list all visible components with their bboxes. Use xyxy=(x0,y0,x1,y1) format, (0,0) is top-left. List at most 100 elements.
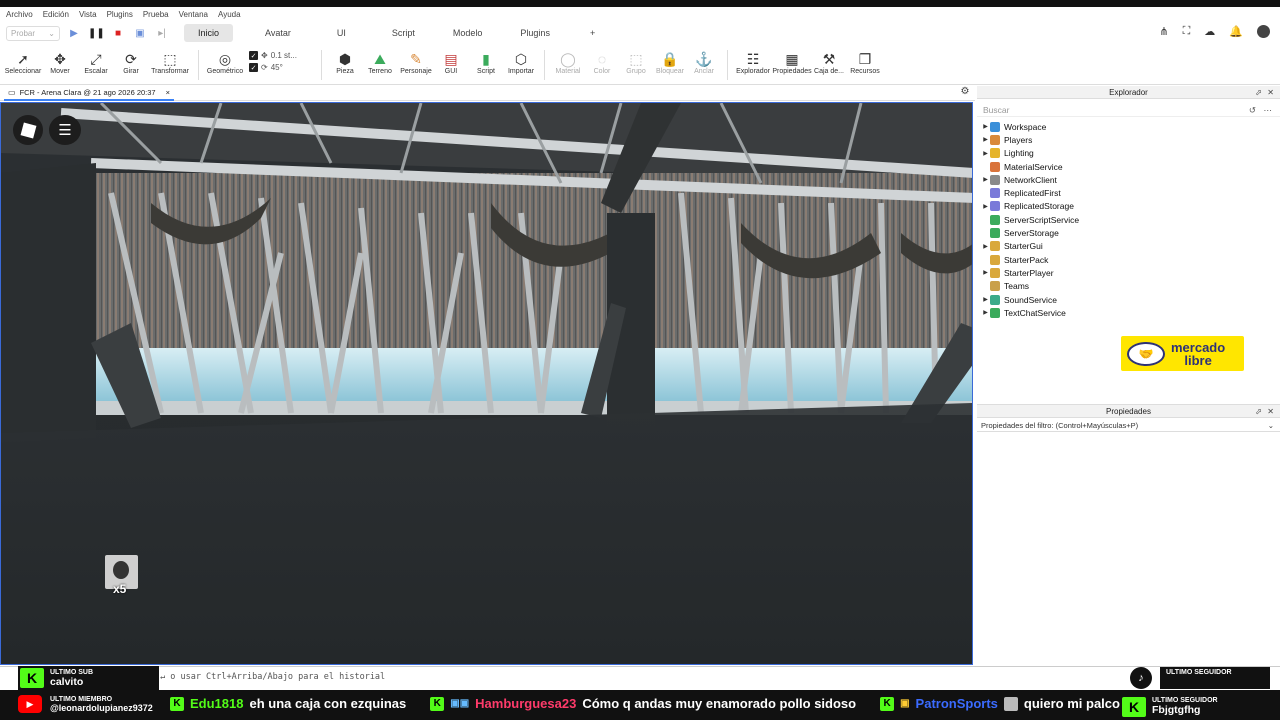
assets-toggle[interactable]: ❐ Recursos xyxy=(846,45,884,85)
explorer-search-input[interactable]: Buscar ↺ ⋯ xyxy=(977,103,1280,117)
explorer-toggle[interactable]: ☷ Explorador xyxy=(734,45,772,85)
chevron-right-icon[interactable]: ▶ xyxy=(981,243,990,250)
tab-avatar[interactable]: Avatar xyxy=(251,24,305,42)
tab-plugins[interactable]: Plugins xyxy=(506,24,564,42)
properties-toggle[interactable]: ▦ Propiedades xyxy=(772,45,812,85)
explorer-item-replicatedstorage[interactable]: ▶ ReplicatedStorage xyxy=(981,200,1271,213)
explorer-item-label: ReplicatedStorage xyxy=(1004,201,1074,212)
explorer-item-label: StarterGui xyxy=(1004,241,1043,252)
tab-place-document[interactable]: ▭ FCR - Arena Clara @ 21 ago 2026 20:37 … xyxy=(4,86,174,101)
group-tool[interactable]: ⬚ Grupo xyxy=(619,45,653,85)
chevron-right-icon[interactable]: ▶ xyxy=(981,296,990,303)
chevron-right-icon[interactable]: ▶ xyxy=(981,309,990,316)
anchor-tool[interactable]: ⚓ Anclar xyxy=(687,45,721,85)
part-tool[interactable]: ⬢ Pieza xyxy=(328,45,362,85)
document-title: FCR - Arena Clara @ 21 ago 2026 20:37 xyxy=(19,88,156,97)
history-icon[interactable]: ↺ xyxy=(1249,103,1256,117)
terrain-tool[interactable]: ⛰ Terreno xyxy=(362,45,398,85)
sponsor-line2: libre xyxy=(1184,352,1212,368)
close-icon[interactable]: × xyxy=(166,88,170,97)
tab-script[interactable]: Script xyxy=(378,24,429,42)
chevron-right-icon[interactable]: ▶ xyxy=(981,136,990,143)
explorer-item-starterpack[interactable]: StarterPack xyxy=(981,253,1271,266)
gear-icon[interactable]: ⚙ xyxy=(958,86,972,100)
chevron-right-icon[interactable]: ▶ xyxy=(981,123,990,130)
sponsor-line1: mercado xyxy=(1171,339,1226,355)
popout-icon[interactable]: ⬀ xyxy=(1255,405,1262,418)
explorer-item-startergui[interactable]: ▶ StarterGui xyxy=(981,240,1271,253)
rotate-tool[interactable]: ⟳ Girar xyxy=(114,45,148,85)
part-icon: ⬢ xyxy=(338,50,352,67)
collaborate-icon[interactable]: ⛶ xyxy=(1183,25,1191,38)
transform-tool[interactable]: ⬚ Transformar xyxy=(148,45,192,85)
avatar[interactable] xyxy=(1257,25,1270,38)
stop-icon[interactable]: ■ xyxy=(110,28,126,39)
geometric-mode[interactable]: ◎ Geométrico xyxy=(205,45,245,85)
roblox-menu-button[interactable] xyxy=(13,115,43,145)
select-tool[interactable]: ➚ Seleccionar xyxy=(4,45,42,85)
explorer-title: Explorador xyxy=(1109,88,1148,97)
material-tool[interactable]: ◯ Material xyxy=(551,45,585,85)
pause-icon[interactable]: ❚❚ xyxy=(88,28,105,39)
tab-add[interactable]: + xyxy=(576,24,609,42)
explorer-item-serverstorage[interactable]: ServerStorage xyxy=(981,226,1271,239)
close-icon[interactable]: ✕ xyxy=(1267,405,1274,418)
client-server-icon[interactable]: ▣ xyxy=(132,28,148,39)
anchor-icon: ⚓ xyxy=(695,50,713,67)
chevron-down-icon[interactable]: ⌄ xyxy=(1268,419,1274,432)
explorer-item-starterplayer[interactable]: ▶ StarterPlayer xyxy=(981,266,1271,279)
snap-move-value[interactable]: 0.1 st... xyxy=(271,51,297,60)
terrain-tool-label: Terreno xyxy=(368,68,392,75)
notifications-icon[interactable]: 🔔 xyxy=(1229,25,1243,38)
move-tool-label: Mover xyxy=(50,68,70,75)
snap-move-checkbox[interactable]: ✓ xyxy=(249,51,258,60)
explorer-item-workspace[interactable]: ▶ Workspace xyxy=(981,120,1271,133)
popout-icon[interactable]: ⬀ xyxy=(1255,86,1262,99)
menu-help[interactable]: Ayuda xyxy=(218,10,241,19)
color-tool[interactable]: ◌ Color xyxy=(585,45,619,85)
explorer-item-materialservice[interactable]: MaterialService xyxy=(981,160,1271,173)
more-icon[interactable]: ⋯ xyxy=(1264,103,1273,117)
menu-view[interactable]: Vista xyxy=(79,10,97,19)
properties-filter-input[interactable]: Propiedades del filtro: (Control+Mayúscu… xyxy=(977,419,1280,432)
hamburger-menu-button[interactable]: ☰ xyxy=(49,115,81,145)
explorer-item-soundservice[interactable]: ▶ SoundService xyxy=(981,293,1271,306)
play-mode-dropdown[interactable]: Probar ⌄ xyxy=(6,25,60,41)
explorer-item-players[interactable]: ▶ Players xyxy=(981,133,1271,146)
chevron-right-icon[interactable]: ▶ xyxy=(981,176,990,183)
chevron-right-icon[interactable]: ▶ xyxy=(981,150,990,157)
scale-tool[interactable]: ⤢ Escalar xyxy=(78,45,114,85)
menu-edit[interactable]: Edición xyxy=(43,10,69,19)
import-tool[interactable]: ⬡ Importar xyxy=(504,45,538,85)
3d-viewport[interactable]: ☰ x5 xyxy=(0,102,973,665)
cloud-icon[interactable]: ☁ xyxy=(1204,25,1215,38)
gui-tool[interactable]: ▤ GUI xyxy=(434,45,468,85)
step-icon[interactable]: ▸| xyxy=(154,28,170,39)
script-tool[interactable]: ▮ Script xyxy=(468,45,504,85)
menu-window[interactable]: Ventana xyxy=(179,10,208,19)
menu-file[interactable]: Archivo xyxy=(6,10,33,19)
menu-test[interactable]: Prueba xyxy=(143,10,169,19)
document-tabs: ▭ FCR - Arena Clara @ 21 ago 2026 20:37 … xyxy=(0,86,975,101)
menu-plugins[interactable]: Plugins xyxy=(107,10,133,19)
chevron-right-icon[interactable]: ▶ xyxy=(981,203,990,210)
explorer-item-replicatedfirst[interactable]: ReplicatedFirst xyxy=(981,186,1271,199)
lock-tool[interactable]: 🔒 Bloquear xyxy=(653,45,687,85)
close-icon[interactable]: ✕ xyxy=(1267,86,1274,99)
explorer-item-lighting[interactable]: ▶ Lighting xyxy=(981,147,1271,160)
share-icon[interactable]: ⋔ xyxy=(1159,25,1168,38)
explorer-item-teams[interactable]: Teams xyxy=(981,280,1271,293)
explorer-item-serverscriptservice[interactable]: ServerScriptService xyxy=(981,213,1271,226)
tab-home[interactable]: Inicio xyxy=(184,24,234,42)
move-tool[interactable]: ✥ Mover xyxy=(42,45,78,85)
snap-rotate-checkbox[interactable]: ✓ xyxy=(249,63,258,72)
snap-rotate-value[interactable]: 45° xyxy=(271,63,283,72)
tab-ui[interactable]: UI xyxy=(323,24,360,42)
play-icon[interactable]: ▶ xyxy=(66,28,82,39)
tab-model[interactable]: Modelo xyxy=(439,24,497,42)
chevron-right-icon[interactable]: ▶ xyxy=(981,269,990,276)
explorer-item-textchatservice[interactable]: ▶ TextChatService xyxy=(981,306,1271,319)
character-tool[interactable]: ✎ Personaje xyxy=(398,45,434,85)
explorer-item-networkclient[interactable]: ▶ NetworkClient xyxy=(981,173,1271,186)
toolbox-toggle[interactable]: ⚒ Caja de... xyxy=(812,45,846,85)
